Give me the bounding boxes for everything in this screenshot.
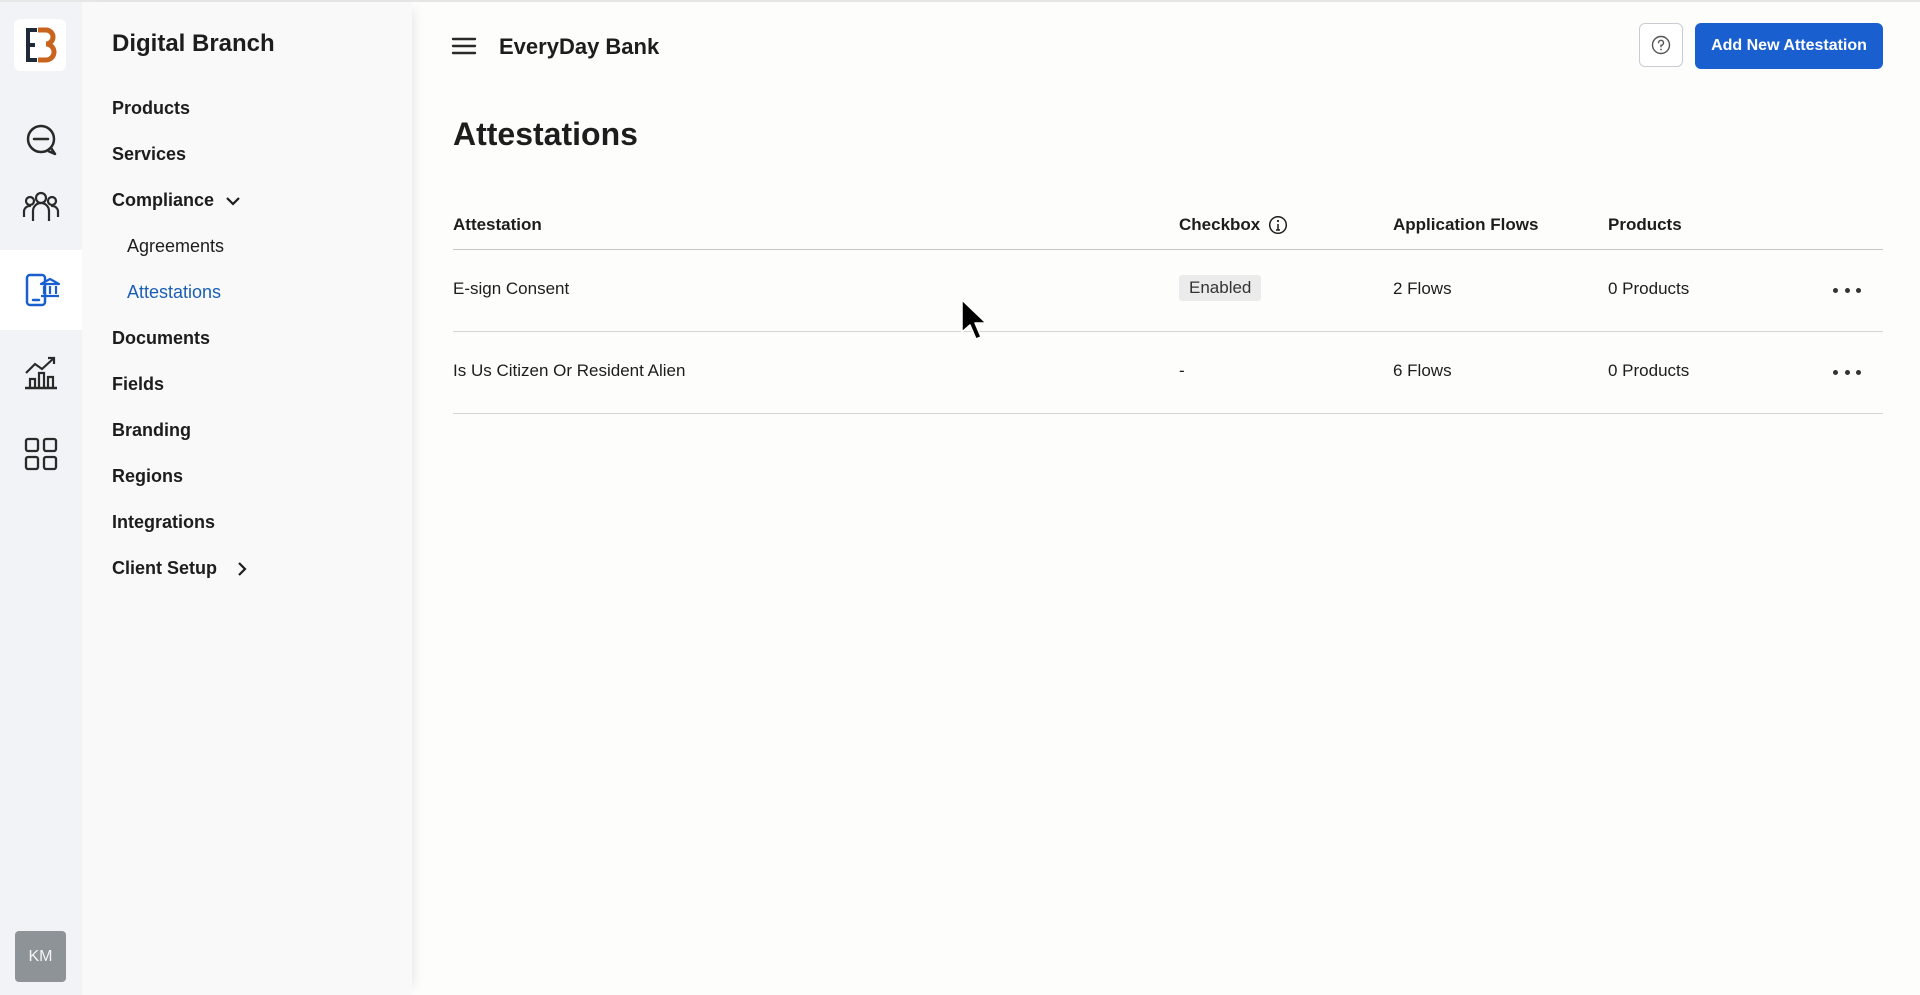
chart-growth-icon xyxy=(25,356,57,390)
grid-icon xyxy=(24,437,58,471)
products-count: 0 Products xyxy=(1608,279,1690,298)
sidebar-item-label: Attestations xyxy=(127,282,222,302)
status-badge: Enabled xyxy=(1179,275,1262,301)
sidebar-item-agreements[interactable]: Agreements xyxy=(127,236,224,257)
hamburger-menu-icon[interactable] xyxy=(450,34,478,58)
logo-icon xyxy=(26,27,57,63)
mouse-cursor-icon xyxy=(961,299,987,340)
sidebar-item-fields[interactable]: Fields xyxy=(112,374,164,395)
column-header-attestation: Attestation xyxy=(453,215,542,234)
table-row[interactable]: E-sign Consent Enabled 2 Flows 0 Product… xyxy=(453,250,1883,332)
chevron-down-icon xyxy=(226,196,240,206)
page-title: Attestations xyxy=(453,116,638,152)
sidebar-item-label: Branding xyxy=(112,420,191,440)
sidebar-item-client-setup[interactable]: Client Setup xyxy=(112,558,251,579)
brand-logo[interactable] xyxy=(14,19,66,71)
icon-rail: KM xyxy=(0,2,82,995)
more-options-icon[interactable] xyxy=(1833,360,1861,384)
sidebar-item-regions[interactable]: Regions xyxy=(112,466,183,487)
users-icon xyxy=(22,191,60,221)
sidebar-item-label: Agreements xyxy=(127,236,225,256)
chat-minus-icon xyxy=(26,124,57,156)
flows-count: 6 Flows xyxy=(1393,361,1452,380)
checkbox-value: - xyxy=(1179,361,1185,380)
sidebar-item-integrations[interactable]: Integrations xyxy=(112,512,215,533)
rail-analytics-button[interactable] xyxy=(0,333,82,413)
sidebar-item-label: Services xyxy=(112,144,187,164)
chevron-right-icon xyxy=(238,561,247,576)
sidebar-title: Digital Branch xyxy=(112,30,275,57)
sidebar-item-documents[interactable]: Documents xyxy=(112,328,210,349)
more-options-icon[interactable] xyxy=(1833,278,1861,302)
table-row[interactable]: Is Us Citizen Or Resident Alien - 6 Flow… xyxy=(453,332,1883,414)
attestations-table: Attestation Checkbox Application Flows P… xyxy=(453,207,1883,414)
help-icon xyxy=(1651,35,1671,55)
attestation-name[interactable]: Is Us Citizen Or Resident Alien xyxy=(453,361,685,381)
sidebar-item-label: Compliance xyxy=(112,190,215,210)
sidebar-item-label: Products xyxy=(112,98,191,118)
column-header-checkbox: Checkbox xyxy=(1179,215,1288,235)
sidebar-item-branding[interactable]: Branding xyxy=(112,420,191,441)
sidebar: Digital Branch Products Services Complia… xyxy=(82,2,412,995)
info-icon[interactable] xyxy=(1268,215,1288,235)
add-attestation-button[interactable]: Add New Attestation xyxy=(1695,23,1883,69)
sidebar-item-label: Integrations xyxy=(112,512,216,532)
user-avatar[interactable]: KM xyxy=(15,931,66,982)
sidebar-item-attestations[interactable]: Attestations xyxy=(127,282,221,303)
attestation-name[interactable]: E-sign Consent xyxy=(453,279,569,299)
rail-users-button[interactable] xyxy=(0,167,82,247)
column-header-application-flows: Application Flows xyxy=(1393,215,1539,234)
sidebar-item-label: Fields xyxy=(112,374,165,394)
bank-name: EveryDay Bank xyxy=(499,34,660,59)
sidebar-item-label: Client Setup xyxy=(112,558,218,578)
help-button[interactable] xyxy=(1639,23,1683,67)
flows-count: 2 Flows xyxy=(1393,279,1452,298)
mobile-bank-icon xyxy=(25,273,61,307)
products-count: 0 Products xyxy=(1608,361,1690,380)
table-header: Attestation Checkbox Application Flows P… xyxy=(453,207,1883,250)
rail-digital-branch-button[interactable] xyxy=(0,250,82,330)
rail-apps-button[interactable] xyxy=(0,414,82,494)
main-content: EveryDay Bank Add New Attestation Attest… xyxy=(412,2,1920,995)
column-header-products: Products xyxy=(1608,215,1682,234)
sidebar-item-label: Regions xyxy=(112,466,184,486)
sidebar-item-label: Documents xyxy=(112,328,211,348)
sidebar-item-compliance[interactable]: Compliance xyxy=(112,190,242,211)
sidebar-item-services[interactable]: Services xyxy=(112,144,186,165)
sidebar-item-products[interactable]: Products xyxy=(112,98,190,119)
